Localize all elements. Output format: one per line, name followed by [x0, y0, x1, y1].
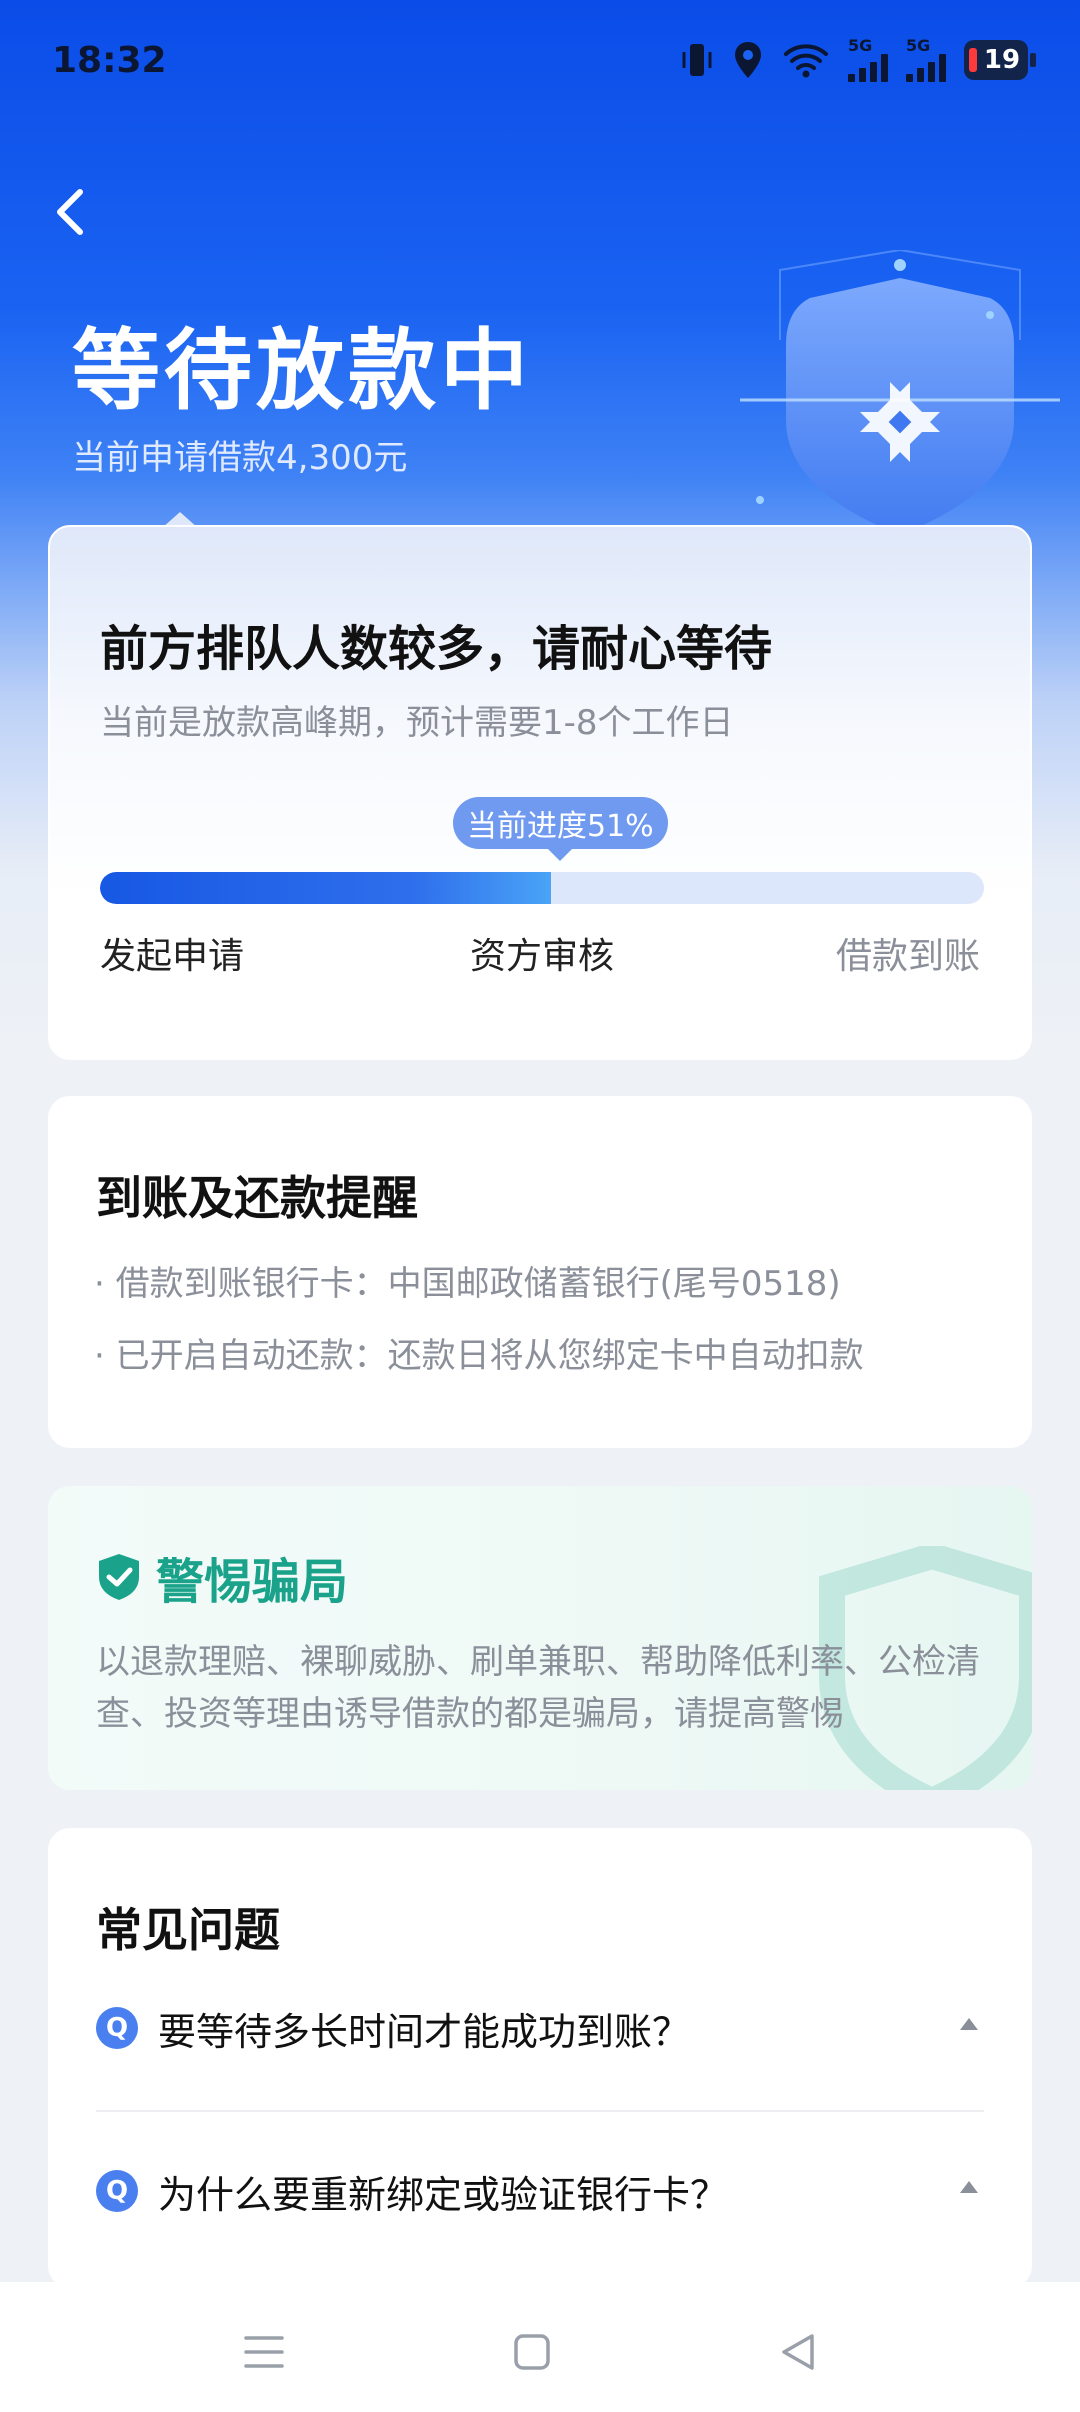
progress-tooltip: 当前进度51% [453, 797, 668, 849]
home-icon [514, 2334, 550, 2370]
status-bar: 18:32 5G 5G 19 [0, 0, 1080, 120]
loan-amount-subtitle: 当前申请借款4,300元 [72, 438, 408, 478]
faq-question: 为什么要重新绑定或验证银行卡？ [158, 2172, 729, 2217]
shield-illustration-icon [740, 250, 1060, 535]
signal-icon: 5G [906, 38, 946, 82]
back-triangle-icon [782, 2334, 814, 2370]
vibrate-icon [680, 38, 714, 82]
battery-icon: 19 [964, 40, 1036, 80]
warning-text: 以退款理赔、裸聊威胁、刷单兼职、帮助降低利率、公检清查、投资等理由诱导借款的都是… [96, 1642, 980, 1734]
progress-title: 前方排队人数较多，请耐心等待 [100, 621, 773, 677]
page-title: 等待放款中 [72, 319, 533, 422]
wifi-icon [782, 38, 830, 82]
faq-item[interactable]: Q 要等待多长时间才能成功到账？ [96, 1998, 984, 2058]
location-icon [732, 38, 764, 82]
question-badge-icon: Q [96, 2170, 138, 2212]
reminder-title: 到账及还款提醒 [96, 1171, 418, 1225]
status-icons: 5G 5G 19 [680, 38, 1036, 82]
step-apply: 发起申请 [100, 936, 245, 977]
faq-title: 常见问题 [96, 1903, 280, 1957]
warning-title: 警惕骗局 [156, 1554, 349, 1610]
shield-check-icon [99, 1554, 139, 1600]
progress-subtitle: 当前是放款高峰期，预计需要1-8个工作日 [100, 703, 734, 743]
menu-icon [244, 2336, 284, 2368]
step-review: 资方审核 [470, 936, 615, 977]
back-arrow-icon [57, 189, 83, 235]
warning-header: 警惕骗局 [96, 1542, 348, 1612]
system-nav-bar [0, 2282, 1080, 2412]
nav-home-button[interactable] [502, 2322, 562, 2382]
reminder-bank-card: · 借款到账银行卡：中国邮政储蓄银行(尾号0518) [94, 1264, 841, 1304]
progress-card: 前方排队人数较多，请耐心等待 当前是放款高峰期，预计需要1-8个工作日 当前进度… [48, 525, 1032, 1060]
reminder-auto-repay: · 已开启自动还款：还款日将从您绑定卡中自动扣款 [94, 1336, 864, 1376]
chevron-up-icon[interactable] [960, 2181, 978, 2193]
faq-card: 常见问题 Q 要等待多长时间才能成功到账？ Q 为什么要重新绑定或验证银行卡？ [48, 1828, 1032, 2288]
chevron-up-icon[interactable] [960, 2018, 978, 2030]
fraud-warning-card: 警惕骗局 以退款理赔、裸聊威胁、刷单兼职、帮助降低利率、公检清查、投资等理由诱导… [48, 1486, 1032, 1790]
back-button[interactable] [44, 180, 100, 244]
nav-back-button[interactable] [768, 2322, 828, 2382]
faq-item[interactable]: Q 为什么要重新绑定或验证银行卡？ [96, 2161, 984, 2221]
question-badge-icon: Q [96, 2007, 138, 2049]
progress-bar [100, 872, 984, 904]
divider [96, 2110, 984, 2112]
reminder-card: 到账及还款提醒 · 借款到账银行卡：中国邮政储蓄银行(尾号0518) · 已开启… [48, 1096, 1032, 1448]
nav-menu-button[interactable] [234, 2322, 294, 2382]
faq-question: 要等待多长时间才能成功到账？ [158, 2009, 691, 2054]
status-time: 18:32 [52, 40, 167, 81]
progress-fill [100, 872, 551, 904]
signal-icon: 5G [848, 38, 888, 82]
step-disbursed: 借款到账 [835, 936, 980, 977]
